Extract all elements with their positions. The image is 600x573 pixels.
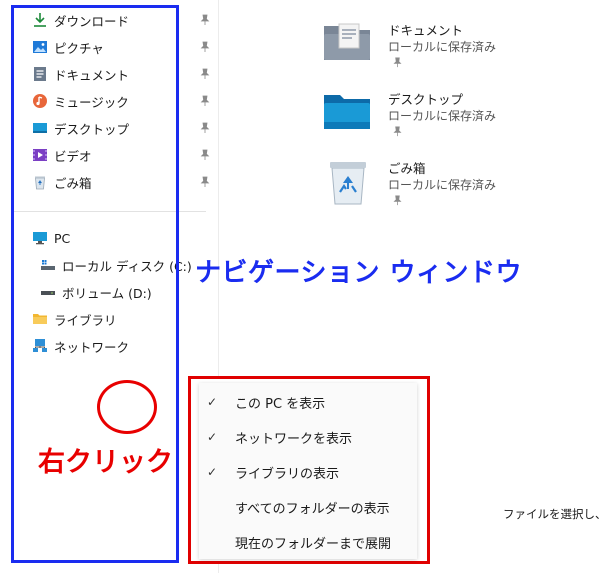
nav-item-label: ライブラリ bbox=[54, 312, 117, 328]
menu-item-show-this-pc[interactable]: ✓ この PC を表示 bbox=[199, 387, 417, 417]
desktop-icon bbox=[32, 120, 48, 136]
nav-item-music[interactable]: ミュージック bbox=[32, 90, 217, 112]
pin-icon[interactable] bbox=[199, 68, 211, 80]
nav-item-downloads[interactable]: ダウンロード bbox=[32, 9, 217, 31]
right-click-annotation: 右クリック bbox=[38, 447, 173, 478]
file-status: ローカルに保存済み bbox=[388, 109, 497, 123]
local-disk-icon bbox=[40, 257, 56, 273]
nav-item-label: ピクチャ bbox=[54, 40, 104, 56]
menu-item-expand-to-current-folder[interactable]: 現在のフォルダーまで展開 bbox=[199, 527, 417, 557]
pin-icon[interactable] bbox=[199, 41, 211, 53]
network-icon bbox=[32, 338, 48, 354]
file-name: ごみ箱 bbox=[388, 161, 426, 176]
file-item-desktop[interactable]: デスクトップ ローカルに保存済み bbox=[322, 89, 582, 149]
pin-icon bbox=[393, 195, 402, 206]
computer-icon bbox=[32, 230, 48, 246]
pin-icon[interactable] bbox=[199, 14, 211, 26]
nav-item-label: ダウンロード bbox=[54, 13, 130, 29]
check-icon: ✓ bbox=[206, 430, 218, 444]
nav-item-label: デスクトップ bbox=[54, 121, 130, 137]
details-pane-hint: ファイルを選択し、 bbox=[503, 507, 600, 521]
documents-folder-icon bbox=[324, 23, 370, 60]
pictures-icon bbox=[32, 39, 48, 55]
nav-item-label: ボリューム (D:) bbox=[62, 285, 152, 301]
nav-item-label: ミュージック bbox=[54, 94, 129, 110]
nav-item-label: ドキュメント bbox=[54, 67, 130, 83]
nav-item-pictures[interactable]: ピクチャ bbox=[32, 36, 217, 58]
menu-item-show-all-folders[interactable]: すべてのフォルダーの表示 bbox=[199, 492, 417, 522]
nav-item-recycle-bin[interactable]: ごみ箱 bbox=[32, 171, 217, 193]
file-status: ローカルに保存済み bbox=[388, 40, 497, 54]
pin-icon[interactable] bbox=[199, 122, 211, 134]
pin-icon[interactable] bbox=[199, 176, 211, 188]
file-name: ドキュメント bbox=[388, 23, 464, 38]
documents-icon bbox=[32, 66, 48, 82]
nav-item-label: ビデオ bbox=[54, 148, 92, 164]
nav-item-label: ネットワーク bbox=[54, 339, 130, 355]
nav-divider bbox=[14, 211, 206, 212]
desktop-folder-icon bbox=[324, 95, 370, 129]
check-icon: ✓ bbox=[206, 465, 218, 479]
nav-item-label: PC bbox=[54, 230, 71, 246]
file-item-recycle-bin[interactable]: ごみ箱 ローカルに保存済み bbox=[322, 158, 582, 218]
file-status: ローカルに保存済み bbox=[388, 178, 497, 192]
nav-item-videos[interactable]: ビデオ bbox=[32, 144, 217, 166]
drive-icon bbox=[40, 284, 56, 300]
right-click-circle-annotation bbox=[97, 380, 157, 434]
nav-item-library[interactable]: ライブラリ bbox=[32, 308, 217, 330]
pin-icon[interactable] bbox=[199, 149, 211, 161]
file-item-documents[interactable]: ドキュメント ローカルに保存済み bbox=[322, 20, 582, 80]
context-menu-highlight-box: ✓ この PC を表示 ✓ ネットワークを表示 ✓ ライブラリの表示 すべてのフ… bbox=[188, 376, 430, 564]
nav-item-label: ごみ箱 bbox=[54, 175, 92, 191]
nav-item-network[interactable]: ネットワーク bbox=[32, 335, 217, 357]
videos-icon bbox=[32, 147, 48, 163]
pin-icon[interactable] bbox=[199, 95, 211, 107]
music-icon bbox=[32, 93, 48, 109]
menu-item-show-network[interactable]: ✓ ネットワークを表示 bbox=[199, 422, 417, 452]
context-menu[interactable]: ✓ この PC を表示 ✓ ネットワークを表示 ✓ ライブラリの表示 すべてのフ… bbox=[199, 383, 417, 559]
menu-item-show-libraries[interactable]: ✓ ライブラリの表示 bbox=[199, 457, 417, 487]
file-name: デスクトップ bbox=[388, 92, 464, 107]
nav-item-label: ローカル ディスク (C:) bbox=[62, 258, 192, 274]
recycle-bin-icon bbox=[32, 174, 48, 190]
nav-pane-annotation: ナビゲーション ウィンドウ bbox=[195, 258, 523, 288]
pin-icon bbox=[393, 57, 402, 68]
navigation-pane[interactable]: ダウンロード ピクチャ ドキュメント ミュージック デスクトップ ビデオ ごみ箱… bbox=[0, 0, 219, 573]
recycle-bin-icon bbox=[330, 162, 366, 205]
nav-item-pc[interactable]: PC bbox=[32, 227, 217, 249]
check-icon: ✓ bbox=[206, 395, 218, 409]
library-folder-icon bbox=[32, 311, 48, 327]
nav-item-desktop[interactable]: デスクトップ bbox=[32, 117, 217, 139]
pin-icon bbox=[393, 126, 402, 137]
nav-item-documents[interactable]: ドキュメント bbox=[32, 63, 217, 85]
download-icon bbox=[32, 12, 48, 28]
